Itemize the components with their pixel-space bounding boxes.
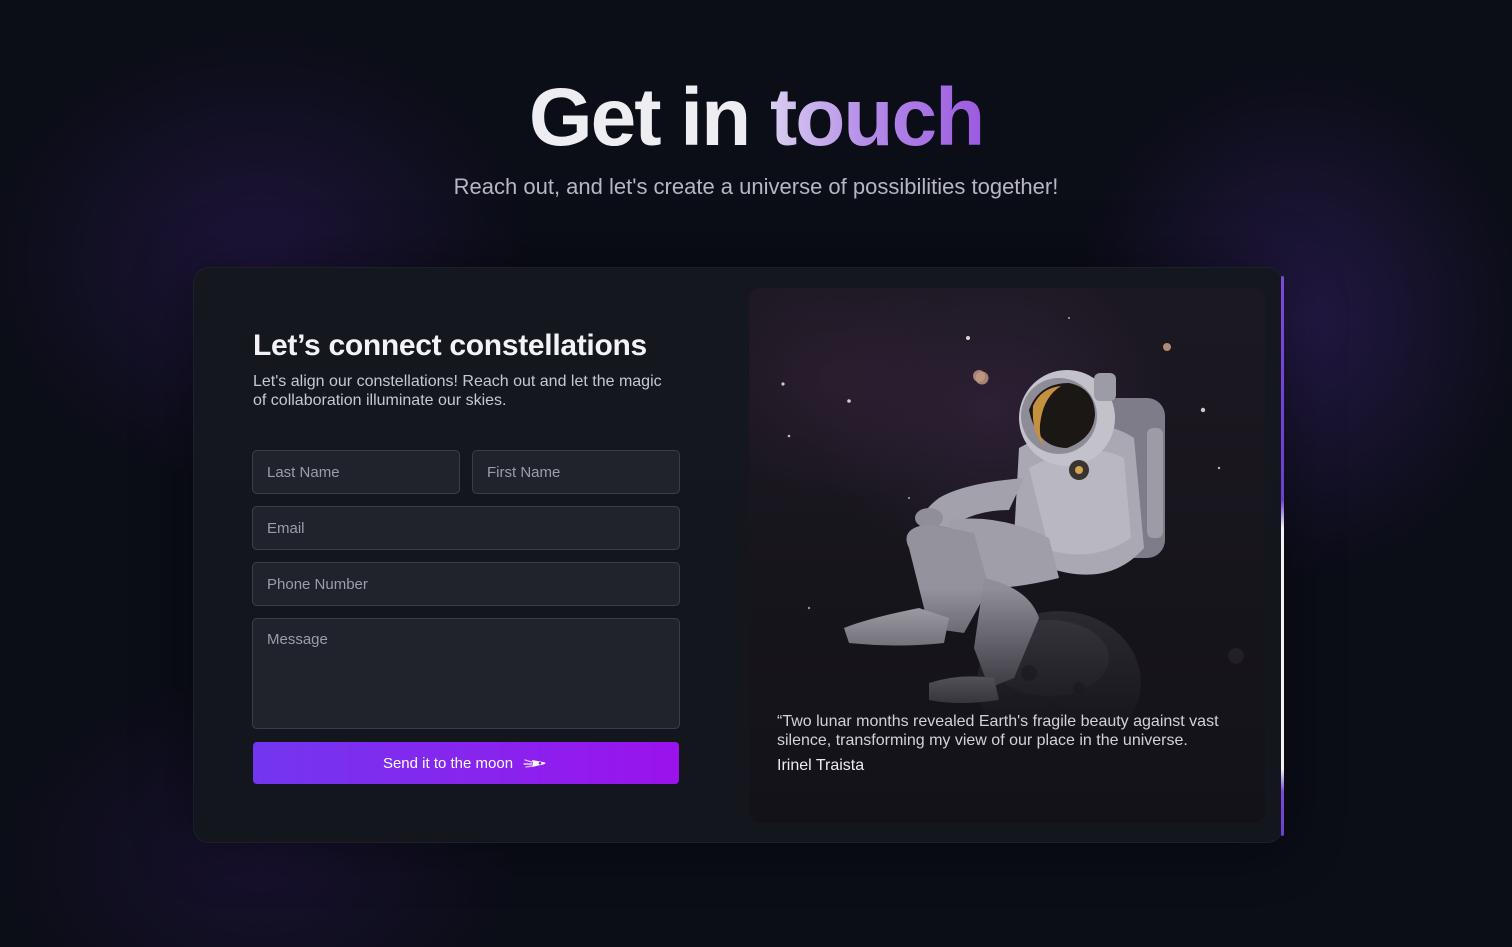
testimonial-image-panel: “Two lunar months revealed Earth's fragi… [749,288,1265,823]
rocket-icon [523,756,549,770]
send-button[interactable]: Send it to the moon [253,742,679,784]
astronaut-illustration [749,317,1265,728]
last-name-input[interactable] [252,450,460,494]
form-title: Let’s connect constellations [253,329,647,362]
page-subtitle: Reach out, and let's create a universe o… [453,174,1059,199]
testimonial-quote: “Two lunar months revealed Earth's fragi… [777,713,1219,749]
email-input[interactable] [252,506,680,550]
page-title: Get in touch [0,72,1512,164]
card-accent-edge [1281,276,1284,836]
first-name-input[interactable] [472,450,680,494]
testimonial-author: Irinel Traista [777,757,865,774]
phone-number-input[interactable] [252,562,680,606]
send-button-label: Send it to the moon [382,754,514,772]
form-description: Let's align our constellations! Reach ou… [253,373,662,409]
message-textarea[interactable] [252,618,680,729]
contact-card: Let’s connect constellations Let's align… [193,267,1284,843]
page-title-part-1: Get in [528,72,751,163]
page-title-part-2: touch [769,72,985,163]
